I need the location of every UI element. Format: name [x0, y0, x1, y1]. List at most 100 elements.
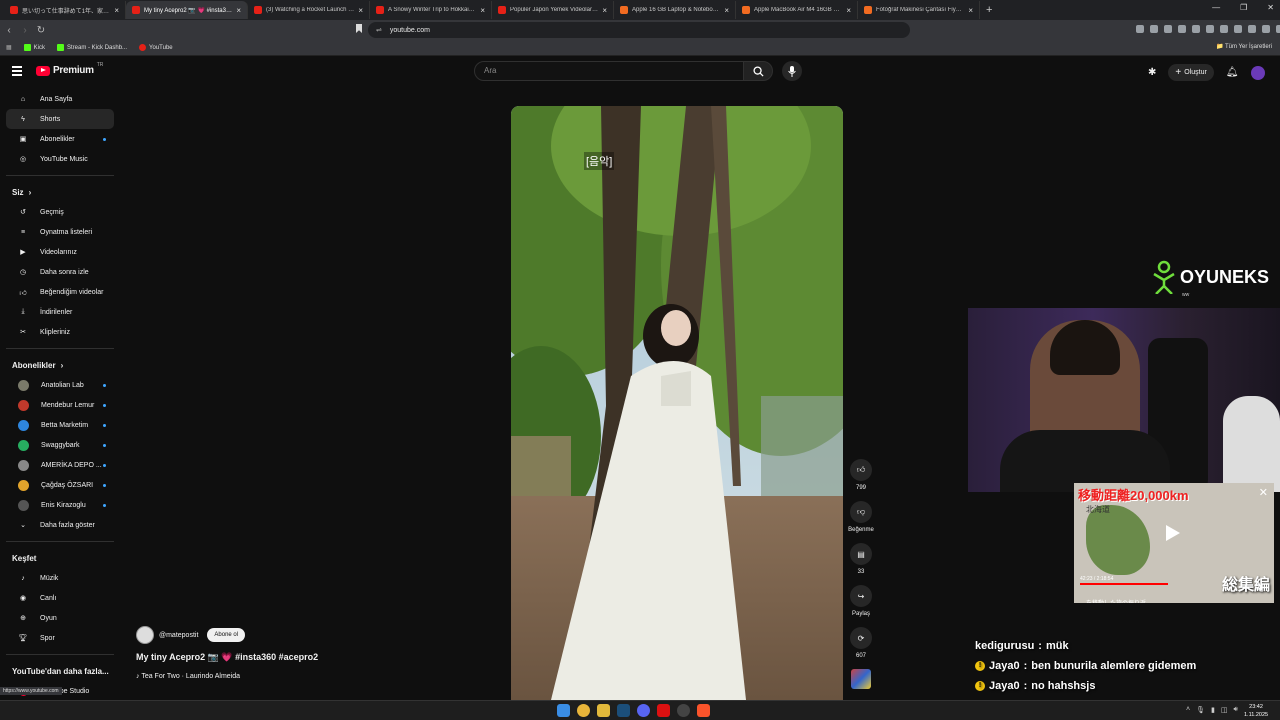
- avatar[interactable]: [1250, 65, 1265, 80]
- browser-tab[interactable]: Popüler Japon Yemek Videoları Top …×: [492, 1, 614, 19]
- bookmark-item[interactable]: Kick: [23, 44, 45, 51]
- remix-action[interactable]: ⟳ 607: [850, 627, 872, 659]
- sidebar-item[interactable]: Betta Marketim: [6, 415, 114, 435]
- extension-icon[interactable]: [1136, 25, 1144, 33]
- sidebar-item[interactable]: Swaggybark: [6, 435, 114, 455]
- close-tab-icon[interactable]: ×: [602, 6, 607, 15]
- close-tab-icon[interactable]: ×: [236, 6, 241, 15]
- discord-icon[interactable]: [637, 704, 650, 717]
- wifi-icon[interactable]: ▮: [1211, 706, 1215, 714]
- audio-thumbnail[interactable]: [851, 669, 871, 689]
- steam-icon[interactable]: [617, 704, 630, 717]
- notifications-bell-icon[interactable]: 🔔︎: [1226, 67, 1239, 78]
- extension-icon[interactable]: [1178, 25, 1186, 33]
- create-button[interactable]: + Oluştur: [1168, 64, 1214, 81]
- bookmark-item[interactable]: YouTube: [139, 44, 173, 51]
- search-input[interactable]: Ara: [474, 61, 744, 81]
- sidebar-item[interactable]: ▶ Videolarınız: [6, 242, 114, 262]
- voice-search-button[interactable]: [782, 61, 802, 81]
- new-tab-button[interactable]: +: [986, 4, 992, 16]
- close-tab-icon[interactable]: ×: [968, 6, 973, 15]
- mic-tray-icon[interactable]: 🎙︎: [1196, 706, 1205, 714]
- like-action[interactable]: 👍︎ 799: [850, 459, 872, 491]
- sidebar-item[interactable]: ⤓ İndirilenler: [6, 302, 114, 322]
- extension-icon[interactable]: [1192, 25, 1200, 33]
- sidebar-item[interactable]: ◎ YouTube Music: [6, 149, 114, 169]
- sidebar-item[interactable]: ⊕ Oyun: [6, 608, 114, 628]
- minimize-button[interactable]: —: [1212, 3, 1220, 12]
- extension-icon[interactable]: [1206, 25, 1214, 33]
- sidebar-item[interactable]: Anatolian Lab: [6, 375, 114, 395]
- cast-icon[interactable]: ✱: [1148, 67, 1156, 78]
- bookmark-icon[interactable]: [356, 24, 362, 33]
- sidebar-item[interactable]: ◷ Daha sonra izle: [6, 262, 114, 282]
- short-title[interactable]: My tiny Acepro2 📷 💗 #insta360 #acepro2: [136, 652, 318, 663]
- windows-icon[interactable]: [557, 704, 570, 717]
- browser-tab[interactable]: Apple 16 GB Laptop & Notebook ve… ×: [614, 1, 736, 19]
- close-tab-icon[interactable]: ×: [358, 6, 363, 15]
- sidebar-subscriptions-header[interactable]: Abonelikler ›: [0, 355, 120, 375]
- sidebar-item[interactable]: ϟ Shorts: [6, 109, 114, 129]
- dislike-action[interactable]: 👎︎ Beğenme: [848, 501, 874, 533]
- sidebar-item[interactable]: ≡ Oynatma listeleri: [6, 222, 114, 242]
- short-music[interactable]: ♪ Tea For Two · Laurindo Almeida: [136, 673, 318, 680]
- extension-icon[interactable]: [1220, 25, 1228, 33]
- browser-tab[interactable]: (3) Watching a Rocket Launch at Sp… ×: [248, 1, 370, 19]
- browser-tab[interactable]: A Snowy Winter Trip to Hokkaido | … ×: [370, 1, 492, 19]
- close-icon[interactable]: ✕: [1259, 486, 1268, 499]
- close-tab-icon[interactable]: ×: [724, 6, 729, 15]
- channel-name[interactable]: @matepostit: [159, 632, 198, 639]
- extension-icon[interactable]: [1276, 25, 1280, 33]
- chrome-icon[interactable]: [577, 704, 590, 717]
- apps-icon[interactable]: ▦: [6, 44, 12, 51]
- extension-icon[interactable]: [1164, 25, 1172, 33]
- short-video-player[interactable]: [511, 106, 843, 700]
- extension-icon[interactable]: [1150, 25, 1158, 33]
- show-more-button[interactable]: ⌄ Daha fazla göster: [6, 515, 114, 535]
- play-icon[interactable]: [1166, 525, 1180, 541]
- close-window-button[interactable]: ✕: [1267, 3, 1274, 12]
- remix-icon[interactable]: ⟳: [850, 627, 872, 649]
- sidebar-you-header[interactable]: Siz ›: [0, 182, 120, 202]
- sidebar-item[interactable]: Enis Kirazoglu: [6, 495, 114, 515]
- browser-tab[interactable]: Fotoğraf Makinesi Çantası Fiyatları, … ×: [858, 1, 980, 19]
- sidebar-item[interactable]: ♪ Müzik: [6, 568, 114, 588]
- sidebar-item[interactable]: ↺ Geçmiş: [6, 202, 114, 222]
- comment-icon[interactable]: ▤: [850, 543, 872, 565]
- extension-icon[interactable]: [1248, 25, 1256, 33]
- maximize-button[interactable]: ❐: [1240, 3, 1247, 12]
- sidebar-item[interactable]: Çağdaş ÖZSARI: [6, 475, 114, 495]
- browser-tab[interactable]: My tiny Acepro2 📷 💗 #insta3… ×: [126, 1, 248, 19]
- back-icon[interactable]: ‹: [2, 25, 16, 36]
- reload-icon[interactable]: ↻: [34, 25, 48, 36]
- chevron-up-icon[interactable]: ˄: [1186, 706, 1190, 714]
- search-button[interactable]: [743, 61, 773, 81]
- all-bookmarks-link[interactable]: 📁 Tüm Yer İşaretleri: [1216, 43, 1272, 50]
- site-info-icon[interactable]: ⇌: [376, 26, 382, 34]
- extension-icon[interactable]: [1262, 25, 1270, 33]
- volume-icon[interactable]: 🔊︎: [1233, 706, 1237, 714]
- sidebar-item[interactable]: ⌂ Ana Sayfa: [6, 89, 114, 109]
- close-tab-icon[interactable]: ×: [846, 6, 851, 15]
- url-field[interactable]: ⇌ youtube.com: [368, 22, 910, 38]
- close-tab-icon[interactable]: ×: [480, 6, 485, 15]
- share-action[interactable]: ↪ Paylaş: [850, 585, 872, 617]
- hamburger-menu-icon[interactable]: [12, 66, 22, 78]
- youtube-logo[interactable]: Premium TR: [36, 62, 103, 76]
- sidebar-item[interactable]: ✂ Klipleriniz: [6, 322, 114, 342]
- taskbar-clock[interactable]: 23:42 1.11.2025: [1244, 703, 1268, 719]
- subscribe-button[interactable]: Abone ol: [207, 628, 246, 642]
- browser-tab[interactable]: Apple MacBook Air M4 16GB 256GB… ×: [736, 1, 858, 19]
- brave-icon[interactable]: [697, 704, 710, 717]
- sidebar-item[interactable]: 👍︎ Beğendiğim videolar: [6, 282, 114, 302]
- opera-icon[interactable]: [657, 704, 670, 717]
- sidebar-item[interactable]: 🏆︎ Spor: [6, 628, 114, 648]
- browser-tab[interactable]: 思い切って仕事辞めて1年、家で日本旅… ×: [4, 1, 126, 19]
- channel-avatar[interactable]: [136, 626, 154, 644]
- mini-player[interactable]: 移動距離20,000km 北海道 総集編 ✕ 42:23 / 2:18:54 ……: [1074, 483, 1274, 603]
- network-icon[interactable]: ◫: [1221, 706, 1228, 714]
- comment-action[interactable]: ▤ 33: [850, 543, 872, 575]
- thumbs-up-icon[interactable]: 👍︎: [850, 459, 872, 481]
- sidebar-item[interactable]: ◉ Canlı: [6, 588, 114, 608]
- forward-icon[interactable]: ›: [18, 25, 32, 36]
